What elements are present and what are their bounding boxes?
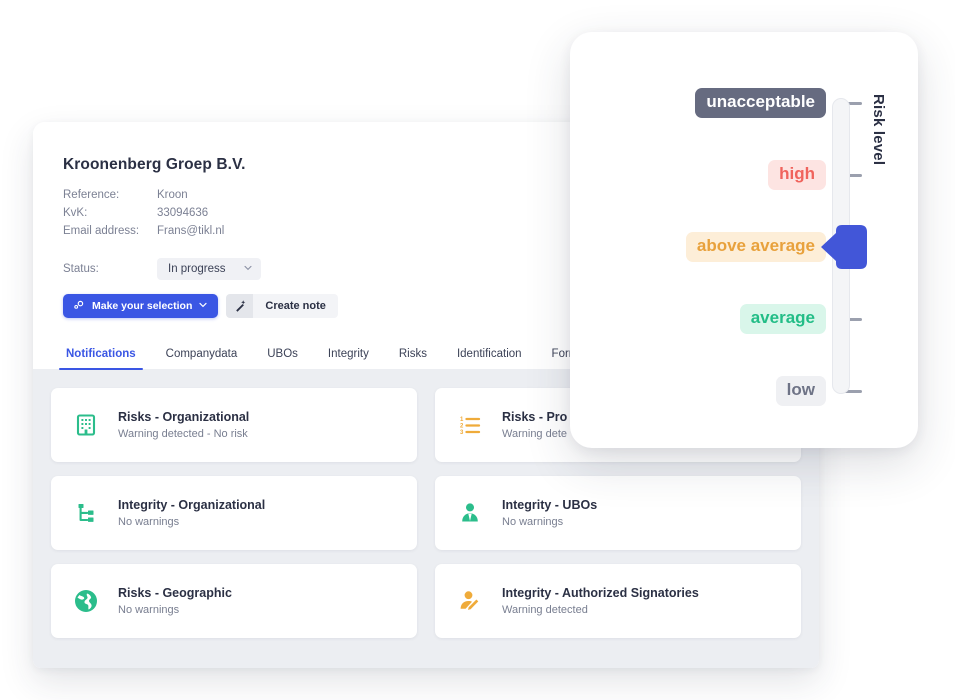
card-subtitle: Warning dete [502, 428, 568, 440]
card-subtitle: No warnings [118, 516, 180, 528]
notification-card-integrity-authorized-signatories[interactable]: Integrity - Authorized Signatories Warni… [435, 564, 801, 638]
field-label: KvK: [63, 207, 88, 219]
risk-level-label: average [739, 304, 826, 334]
card-text: Risks - Geographic No warnings [118, 586, 232, 616]
risk-level-label: low [775, 376, 826, 406]
card-title: Risks - Geographic [118, 586, 232, 600]
status-value: In progress [168, 263, 226, 275]
card-title: Integrity - Authorized Signatories [502, 586, 699, 600]
building-icon [71, 410, 101, 440]
risk-level-high[interactable]: high [570, 158, 862, 192]
risk-level-average[interactable]: average [570, 302, 862, 336]
notification-card-risks-organizational[interactable]: Risks - Organizational Warning detected … [51, 388, 417, 462]
card-text: Risks - Pro Warning dete [502, 410, 567, 440]
card-title: Integrity - UBOs [502, 498, 598, 512]
org-chart-icon [71, 498, 101, 528]
make-selection-button[interactable]: Make your selection [63, 294, 219, 318]
svg-text:3: 3 [460, 430, 464, 436]
card-subtitle: Warning detected [502, 604, 588, 616]
numbered-list-icon: 123 [455, 410, 485, 440]
create-note-label: Create note [265, 300, 326, 312]
risk-slider-thumb[interactable] [821, 225, 867, 269]
field-value: 33094636 [157, 207, 209, 219]
risk-level-above-average[interactable]: above average [570, 230, 862, 264]
create-note-button[interactable]: Create note [253, 294, 338, 318]
person-edit-icon [455, 586, 485, 616]
risk-level-scale: unacceptable high above average average … [570, 32, 918, 448]
tab-notifications[interactable]: Notifications [51, 340, 151, 370]
card-subtitle: No warnings [502, 516, 564, 528]
field-label: Email address: [63, 225, 140, 237]
tab-companydata[interactable]: Companydata [151, 340, 253, 369]
svg-text:1: 1 [460, 417, 464, 423]
risk-level-label: unacceptable [695, 88, 826, 118]
make-selection-label: Make your selection [92, 300, 193, 312]
chevron-down-icon [199, 302, 207, 310]
tab-label: Identification [456, 348, 522, 360]
risk-level-unacceptable[interactable]: unacceptable [570, 86, 862, 120]
field-label: Reference: [63, 189, 120, 201]
card-title: Risks - Pro [502, 410, 568, 424]
notification-card-risks-geographic[interactable]: Risks - Geographic No warnings [51, 564, 417, 638]
card-title: Risks - Organizational [118, 410, 250, 424]
tab-label: Integrity [327, 348, 369, 360]
risk-level-axis-label: Risk level [870, 94, 887, 166]
card-subtitle: Warning detected - No risk [118, 428, 248, 440]
risk-level-low[interactable]: low [570, 374, 862, 408]
tab-label: Notifications [66, 348, 136, 360]
create-note-group: Create note [226, 294, 338, 318]
tab-label: UBOs [267, 348, 298, 360]
card-text: Integrity - UBOs No warnings [502, 498, 597, 528]
risk-level-panel: unacceptable high above average average … [570, 32, 918, 448]
tab-identification[interactable]: Identification [442, 340, 537, 369]
field-value: Frans@tikl.nl [157, 225, 225, 237]
risk-level-label: high [768, 160, 826, 190]
tab-ubos[interactable]: UBOs [252, 340, 313, 369]
svg-text:2: 2 [460, 424, 464, 430]
person-icon [455, 498, 485, 528]
tab-integrity[interactable]: Integrity [313, 340, 384, 369]
globe-icon [71, 586, 101, 616]
tab-risks[interactable]: Risks [384, 340, 442, 369]
notification-card-integrity-organizational[interactable]: Integrity - Organizational No warnings [51, 476, 417, 550]
risk-level-label: above average [685, 232, 826, 262]
magic-wand-icon[interactable] [226, 294, 254, 318]
settings-gear-icon [74, 299, 85, 313]
tab-label: Companydata [165, 348, 238, 360]
card-title: Integrity - Organizational [118, 498, 266, 512]
status-label: Status: [63, 263, 99, 275]
card-subtitle: No warnings [118, 604, 180, 616]
card-text: Integrity - Authorized Signatories Warni… [502, 586, 699, 616]
card-text: Risks - Organizational Warning detected … [118, 410, 249, 440]
tab-label: Risks [398, 348, 427, 360]
card-text: Integrity - Organizational No warnings [118, 498, 265, 528]
chevron-down-icon [243, 265, 252, 273]
field-value: Kroon [157, 189, 188, 201]
status-dropdown[interactable]: In progress [157, 258, 261, 280]
notification-card-integrity-ubos[interactable]: Integrity - UBOs No warnings [435, 476, 801, 550]
